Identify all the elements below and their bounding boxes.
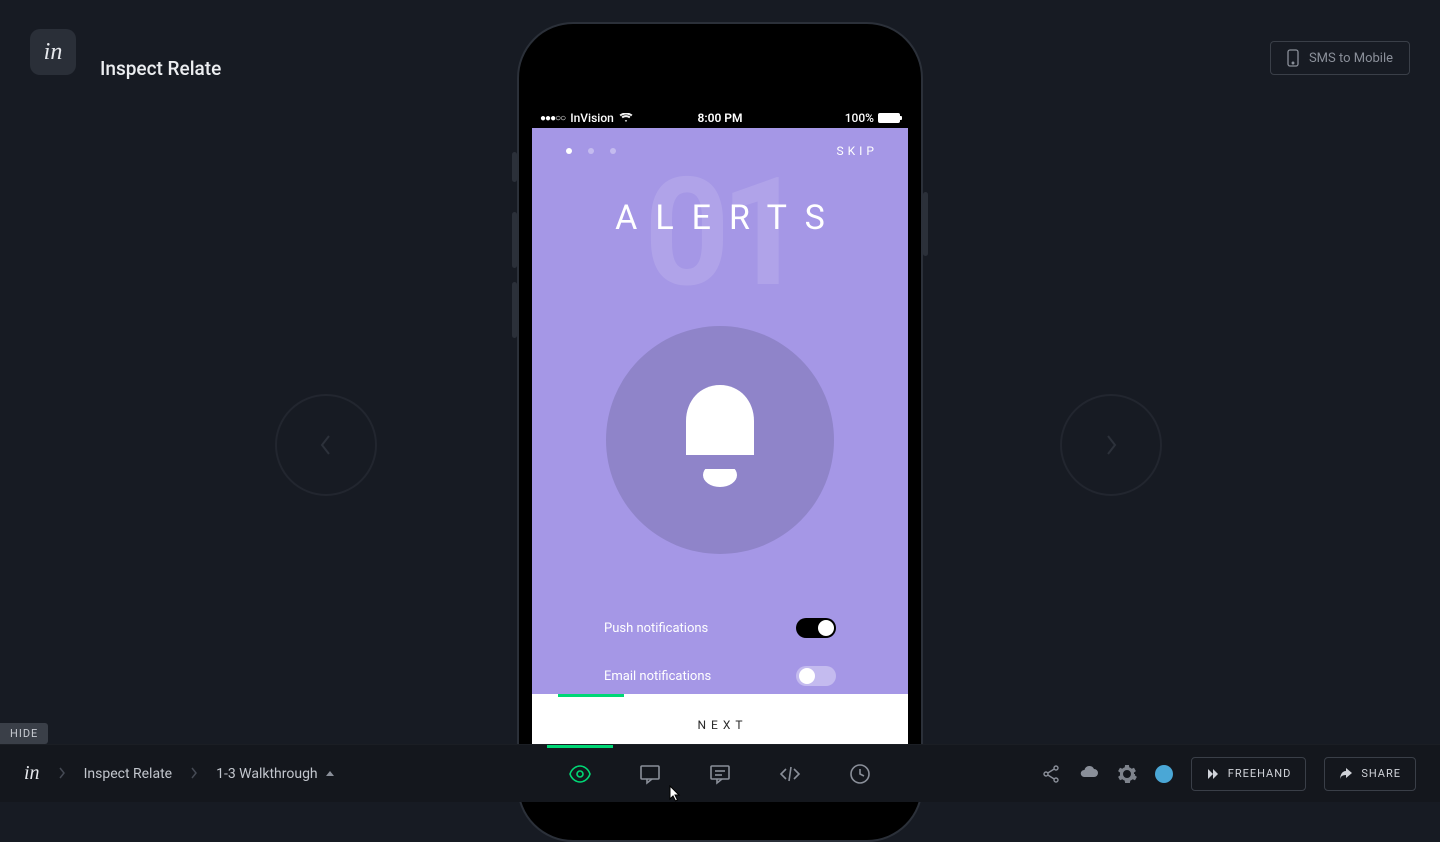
progress-indicator <box>558 694 624 697</box>
bottom-toolbar: in Inspect Relate 1-3 Walkthrough <box>0 744 1440 802</box>
status-right: 100% <box>845 111 900 125</box>
share-button[interactable]: SHARE <box>1324 757 1416 791</box>
chevron-right-icon <box>190 764 198 783</box>
invision-logo-text: in <box>44 39 63 66</box>
next-screen-button[interactable] <box>1060 394 1162 496</box>
comment-mode-tab[interactable] <box>707 761 733 787</box>
project-title: Inspect Relate <box>100 57 221 80</box>
code-icon <box>778 762 802 786</box>
setting-label: Email notifications <box>604 669 711 684</box>
pager-dot-1 <box>566 148 572 154</box>
share-label: SHARE <box>1361 767 1401 780</box>
push-notifications-toggle[interactable] <box>796 618 836 638</box>
history-mode-tab[interactable] <box>847 761 873 787</box>
signal-dots-icon: ●●●○○ <box>540 113 565 124</box>
comment-mode-icon <box>638 762 662 786</box>
pager-dot-2 <box>588 148 594 154</box>
eye-icon <box>568 762 592 786</box>
phone-power-button <box>923 192 928 256</box>
freehand-icon <box>1206 767 1220 781</box>
upload-button[interactable] <box>1079 764 1099 784</box>
battery-percent: 100% <box>845 111 874 125</box>
phone-screen[interactable]: ●●●○○ InVision 8:00 PM 100% <box>532 108 908 784</box>
status-left: ●●●○○ InVision <box>540 111 633 125</box>
share-network-button[interactable] <box>1041 764 1061 784</box>
bell-icon <box>676 385 764 495</box>
status-bar: ●●●○○ InVision 8:00 PM 100% <box>532 108 908 128</box>
user-avatar[interactable] <box>1155 765 1173 783</box>
sms-button-label: SMS to Mobile <box>1309 51 1393 66</box>
build-mode-tab[interactable] <box>637 761 663 787</box>
clock-icon <box>848 762 872 786</box>
sms-to-mobile-button[interactable]: SMS to Mobile <box>1270 41 1410 75</box>
comments-icon <box>708 762 732 786</box>
toolbar-actions: FREEHAND SHARE <box>1041 757 1416 791</box>
pager-dot-3 <box>610 148 616 154</box>
next-label: NEXT <box>692 718 747 732</box>
share-arrow-icon <box>1339 767 1353 781</box>
upload-cloud-icon <box>1079 764 1099 784</box>
share-network-icon <box>1041 764 1061 784</box>
preview-mode-tab[interactable] <box>567 761 593 787</box>
chevron-left-icon <box>318 433 334 457</box>
setting-row-email: Email notifications <box>604 652 836 700</box>
settings-button[interactable] <box>1117 764 1137 784</box>
chevron-right-icon <box>58 764 66 783</box>
breadcrumb-screen-dropdown[interactable]: 1-3 Walkthrough <box>216 766 334 782</box>
setting-label: Push notifications <box>604 621 708 636</box>
walkthrough-screen: SKIP 01 ALERTS Push notifications <box>532 128 908 784</box>
phone-frame: ●●●○○ InVision 8:00 PM 100% <box>517 22 923 842</box>
phone-icon <box>1287 49 1299 67</box>
notification-settings: Push notifications Email notifications <box>604 604 836 700</box>
skip-button[interactable]: SKIP <box>837 144 879 158</box>
gear-icon <box>1117 764 1137 784</box>
email-notifications-toggle[interactable] <box>796 666 836 686</box>
carrier-label: InVision <box>570 111 614 125</box>
screen-top-row: SKIP <box>532 128 908 158</box>
caret-up-icon <box>326 771 334 776</box>
hide-header-toggle[interactable]: HIDE <box>0 723 48 744</box>
inspect-mode-tab[interactable] <box>777 761 803 787</box>
mode-tabs <box>567 745 873 803</box>
wifi-icon <box>619 113 633 123</box>
page-indicator <box>566 148 616 154</box>
freehand-button[interactable]: FREEHAND <box>1191 757 1307 791</box>
alerts-illustration <box>606 326 834 554</box>
breadcrumb: in Inspect Relate 1-3 Walkthrough <box>24 762 1041 785</box>
freehand-label: FREEHAND <box>1228 767 1292 780</box>
invision-logo-small[interactable]: in <box>24 762 40 785</box>
device-preview: ●●●○○ InVision 8:00 PM 100% <box>517 22 923 842</box>
battery-icon <box>878 113 900 123</box>
breadcrumb-screen-label: 1-3 Walkthrough <box>216 766 318 782</box>
screen-title: ALERTS <box>532 198 908 238</box>
chevron-right-icon <box>1103 433 1119 457</box>
breadcrumb-project[interactable]: Inspect Relate <box>84 766 173 782</box>
invision-logo[interactable]: in <box>30 29 76 75</box>
setting-row-push: Push notifications <box>604 604 836 652</box>
previous-screen-button[interactable] <box>275 394 377 496</box>
